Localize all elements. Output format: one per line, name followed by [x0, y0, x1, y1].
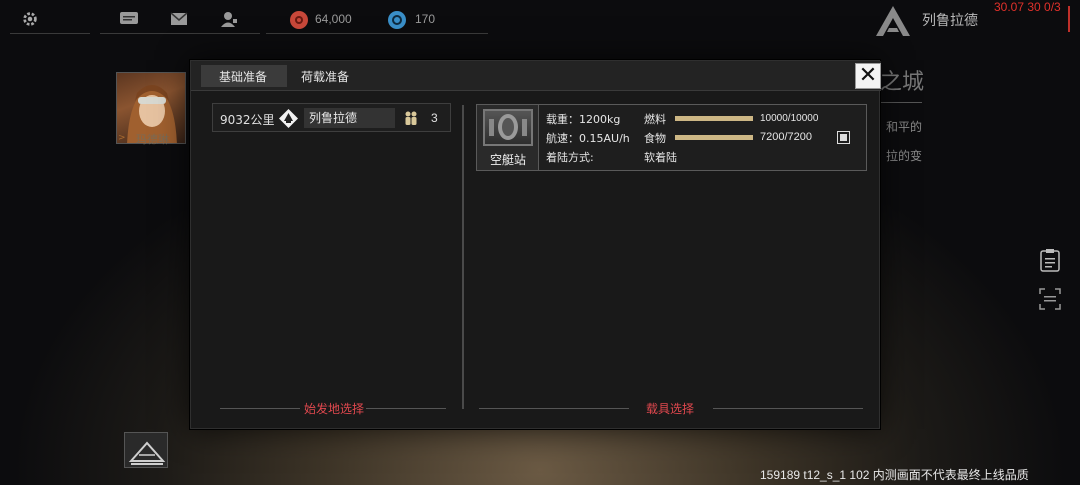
- food-value: 7200/7200: [760, 131, 812, 143]
- top-bar: 64,000 170: [10, 6, 488, 34]
- resource-coin-value: 64,000: [315, 12, 352, 26]
- origin-footer-line-right: [366, 408, 446, 409]
- origin-footer-line-left: [220, 408, 300, 409]
- panel-divider: [462, 105, 464, 409]
- tab-basic-preparation[interactable]: 基础准备: [201, 65, 287, 87]
- dialog-header: 基础准备 荷载准备: [191, 61, 881, 91]
- energy-icon: [388, 11, 406, 29]
- user-icon[interactable]: [217, 7, 241, 31]
- vehicle-name: 空艇站: [489, 153, 526, 167]
- city-diamond-icon: [279, 109, 298, 128]
- clipboard-icon[interactable]: [1040, 248, 1060, 272]
- status-counter: 30.07 30 0/3: [994, 0, 1061, 14]
- gear-icon[interactable]: [18, 7, 42, 31]
- resource-energy-value: 170: [415, 12, 436, 26]
- background-text-2: 拉的变: [886, 149, 923, 163]
- food-label: 食物: [644, 132, 666, 145]
- origin-select-label[interactable]: 始发地选择: [304, 400, 364, 417]
- avatar-arrow: >: [118, 133, 126, 143]
- character-name: 玛德琳: [136, 133, 169, 146]
- vehicle-select-checkbox[interactable]: [837, 131, 850, 144]
- people-icon: [403, 110, 419, 126]
- mail-icon[interactable]: [167, 7, 191, 31]
- origin-people-count: 3: [431, 111, 438, 125]
- tab-load-preparation[interactable]: 荷载准备: [283, 65, 373, 87]
- fuel-label: 燃料: [644, 113, 666, 126]
- fuel-value: 10000/10000: [760, 113, 819, 124]
- airship-icon: [483, 109, 533, 146]
- coin-icon: [290, 11, 308, 29]
- background-text-1: 和平的: [886, 120, 923, 134]
- food-bar: [675, 135, 753, 140]
- background-divider: [880, 102, 922, 103]
- origin-list-item[interactable]: 9032公里 列鲁拉德 3: [212, 103, 451, 132]
- scan-icon[interactable]: [1039, 288, 1061, 312]
- origin-distance: 9032公里: [220, 113, 275, 127]
- status-bar: [1068, 6, 1070, 32]
- close-button[interactable]: ✕: [855, 63, 881, 89]
- build-info-text: 159189 t12_s_1 102 内测画面不代表最终上线品质: [760, 468, 1029, 482]
- city-a-logo: [872, 2, 914, 38]
- vehicle-select-label[interactable]: 载具选择: [646, 400, 694, 417]
- vehicle-speed: 航速：0.15AU/h: [546, 132, 630, 145]
- city-name: 列鲁拉德: [922, 13, 978, 29]
- vehicle-footer-line-left: [479, 408, 629, 409]
- chat-icon[interactable]: [117, 7, 141, 31]
- vehicle-card[interactable]: 空艇站 载重：1200kg 航速：0.15AU/h 着陆方式: 软着陆 燃料 1…: [476, 104, 867, 171]
- background-title: 之城: [880, 70, 925, 95]
- vehicle-landing-value: 软着陆: [644, 151, 677, 164]
- vehicle-landing-label: 着陆方式:: [546, 151, 594, 164]
- preparation-dialog: 基础准备 荷载准备 ✕ 9032公里 列鲁拉德 3 始发地选择 空艇站 载重：1…: [190, 60, 881, 429]
- vehicle-load: 载重：1200kg: [546, 113, 621, 126]
- vehicle-image: 空艇站: [477, 105, 539, 170]
- origin-name: 列鲁拉德: [304, 108, 395, 128]
- vehicle-footer-line-right: [713, 408, 863, 409]
- mountain-icon[interactable]: [124, 432, 168, 468]
- fuel-bar: [675, 116, 753, 121]
